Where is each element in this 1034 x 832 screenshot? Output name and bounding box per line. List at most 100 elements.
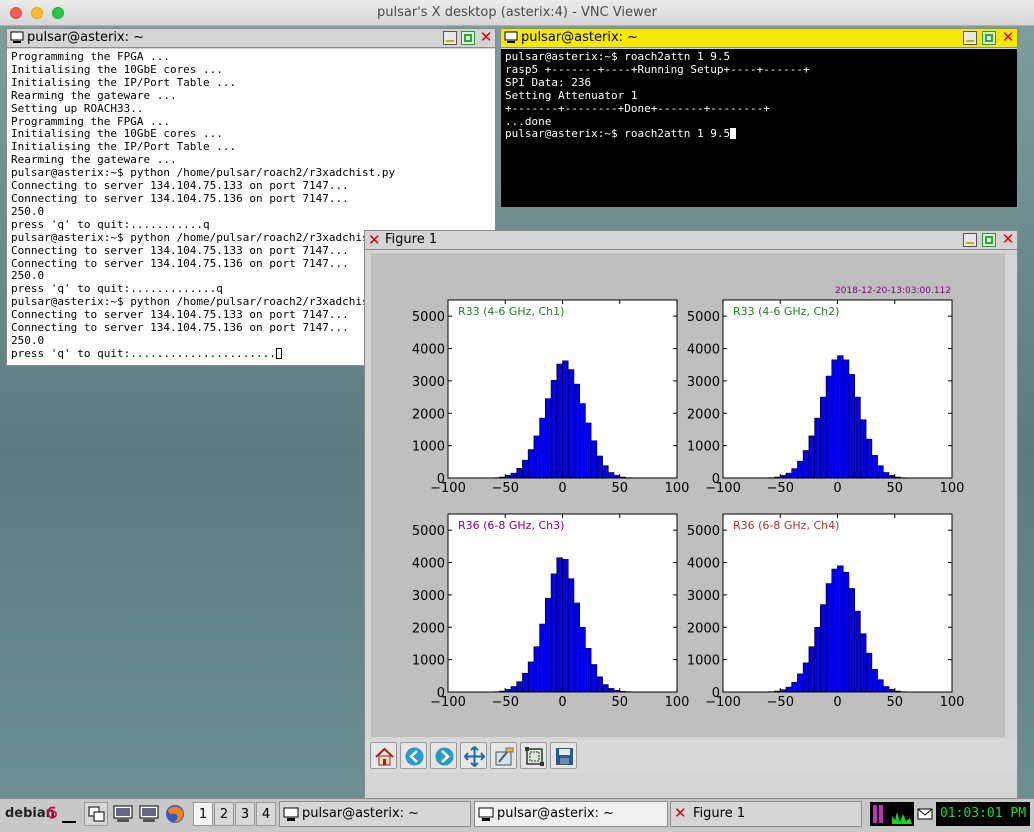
cpu-graph-icon: [873, 805, 912, 824]
histogram-bar: [808, 435, 815, 479]
histogram-bar: [579, 626, 586, 693]
task-terminal-2[interactable]: pulsar@asterix: ~: [474, 801, 668, 827]
terminal-line: Initialising the IP/Port Table ...: [11, 75, 237, 89]
home-icon: [375, 747, 394, 766]
close-button[interactable]: ✕: [479, 30, 493, 45]
histogram-figure: 2018-12-20-13:03:00.112−100 −50 0 50 1000100…: [412, 286, 965, 710]
mail-icon[interactable]: [917, 808, 933, 820]
maximize-button[interactable]: [461, 31, 475, 45]
histogram-bar: [516, 681, 523, 693]
maximize-button[interactable]: [982, 233, 996, 247]
histogram-bar: [820, 604, 827, 693]
figure-titlebar[interactable]: ✕ Figure 1 ✕: [365, 231, 1017, 250]
histogram-bar: [567, 369, 575, 479]
histogram-bar: [877, 465, 884, 479]
minimize-button[interactable]: [963, 31, 977, 45]
terminal-line: +-------+--------+Done+-------+--------+: [505, 101, 770, 115]
close-button[interactable]: ✕: [1001, 30, 1015, 45]
task-label: pulsar@asterix: ~: [497, 806, 615, 821]
y-tick-label: 5000: [687, 310, 720, 325]
workspace-2[interactable]: 2: [214, 802, 234, 826]
window-title: pulsar's X desktop (asterix:4) - VNC Vie…: [377, 5, 657, 20]
y-tick-label: 3000: [412, 589, 445, 604]
histogram-bar: [877, 679, 884, 693]
y-tick-label: 1000: [687, 654, 720, 669]
histogram-bar: [590, 440, 598, 479]
task-terminal-1[interactable]: pulsar@asterix: ~: [279, 801, 471, 827]
x-tick-label: 50: [611, 481, 628, 496]
task-figure[interactable]: ✕ Figure 1: [670, 801, 862, 827]
y-tick-label: 0: [437, 472, 445, 487]
terminal-launcher-2[interactable]: [138, 804, 162, 826]
x-tick-label: 0: [558, 481, 566, 496]
terminal-line: SPI Data: 236: [505, 75, 592, 89]
workspace-4[interactable]: 4: [256, 802, 276, 826]
histogram-bar: [556, 557, 563, 693]
histogram-bar: [791, 468, 798, 479]
histogram-bar: [585, 422, 592, 479]
histogram-bar: [602, 684, 609, 693]
terminal-2-titlebar[interactable]: pulsar@asterix: ~ ✕: [501, 29, 1017, 48]
workspace-1[interactable]: 1: [193, 802, 213, 826]
histogram-bar: [882, 686, 890, 693]
x-tick-label: 50: [886, 481, 903, 496]
histogram-bar: [522, 672, 529, 693]
histogram-bar: [608, 472, 615, 479]
histogram-bar: [814, 626, 821, 693]
close-button[interactable]: ✕: [1001, 232, 1015, 247]
histogram-bar: [825, 583, 833, 693]
pan-button[interactable]: [460, 742, 487, 769]
terminal-1-titlebar[interactable]: pulsar@asterix: ~ ✕: [7, 29, 495, 48]
histogram-bar: [791, 681, 798, 693]
x-desktop: pulsar@asterix: ~ ✕ Programming the FPGA…: [0, 26, 1034, 800]
y-tick-label: 4000: [412, 557, 445, 572]
x-tick-label: −50: [492, 481, 519, 496]
terminal-window-2[interactable]: pulsar@asterix: ~ ✕ pulsar@asterix:~$ ro…: [500, 28, 1018, 208]
y-tick-label: 5000: [412, 524, 445, 539]
histogram-bar: [802, 662, 810, 693]
histogram-bar: [562, 360, 569, 479]
minimize-button[interactable]: [443, 31, 457, 45]
histogram-bar: [545, 597, 552, 693]
histogram-bar: [814, 417, 821, 479]
task-label: pulsar@asterix: ~: [302, 806, 420, 821]
save-button[interactable]: [550, 742, 577, 769]
maximize-button[interactable]: [982, 31, 996, 45]
figure-window[interactable]: ✕ Figure 1 ✕ 2018-12-20-13:03:00.112 −100…: [364, 230, 1018, 800]
terminal-launcher-1[interactable]: [112, 804, 136, 826]
histogram-bar: [527, 449, 535, 479]
workspace-3[interactable]: 3: [235, 802, 255, 826]
debian-menu-button[interactable]: debian: [5, 804, 59, 826]
histogram-bar: [785, 686, 793, 693]
back-button[interactable]: [400, 742, 427, 769]
y-tick-label: 4000: [687, 343, 720, 358]
histogram-bar: [510, 686, 518, 693]
terminal-icon: [283, 807, 299, 821]
terminal-icon: [113, 805, 133, 822]
terminal-line: Rearming the gateware ...: [11, 88, 177, 102]
histogram-bar: [842, 571, 850, 693]
y-tick-label: 0: [437, 686, 445, 701]
minimize-button[interactable]: [963, 233, 977, 247]
window-list-button[interactable]: [84, 802, 108, 826]
y-tick-label: 1000: [687, 440, 720, 455]
home-button[interactable]: [370, 742, 397, 769]
firefox-launcher[interactable]: [164, 803, 188, 827]
histogram-bar: [573, 383, 580, 479]
terminal-2-output[interactable]: pulsar@asterix:~$ roach2attn 1 9.5 rasp5 …: [501, 49, 1017, 207]
figure-canvas[interactable]: 2018-12-20-13:03:00.112 −100 −50 0 50 100 0 100…: [371, 253, 1005, 737]
back-arrow-icon: [405, 747, 424, 766]
x-tick-label: −100: [430, 481, 466, 496]
zoom-rect-button[interactable]: [520, 742, 547, 769]
terminal-icon: [10, 31, 24, 43]
histogram-bar: [545, 398, 552, 479]
histogram-bar: [567, 578, 575, 693]
x-tick-label: 0: [833, 481, 841, 496]
histogram-bar: [871, 669, 878, 693]
y-tick-label: 2000: [687, 621, 720, 636]
configure-subplots-button[interactable]: [490, 742, 517, 769]
show-desktop-button[interactable]: [62, 805, 76, 823]
histogram-bar: [842, 359, 850, 479]
forward-button[interactable]: [430, 742, 457, 769]
panel-annotation: R33 (4-6 GHz, Ch1): [458, 305, 564, 318]
